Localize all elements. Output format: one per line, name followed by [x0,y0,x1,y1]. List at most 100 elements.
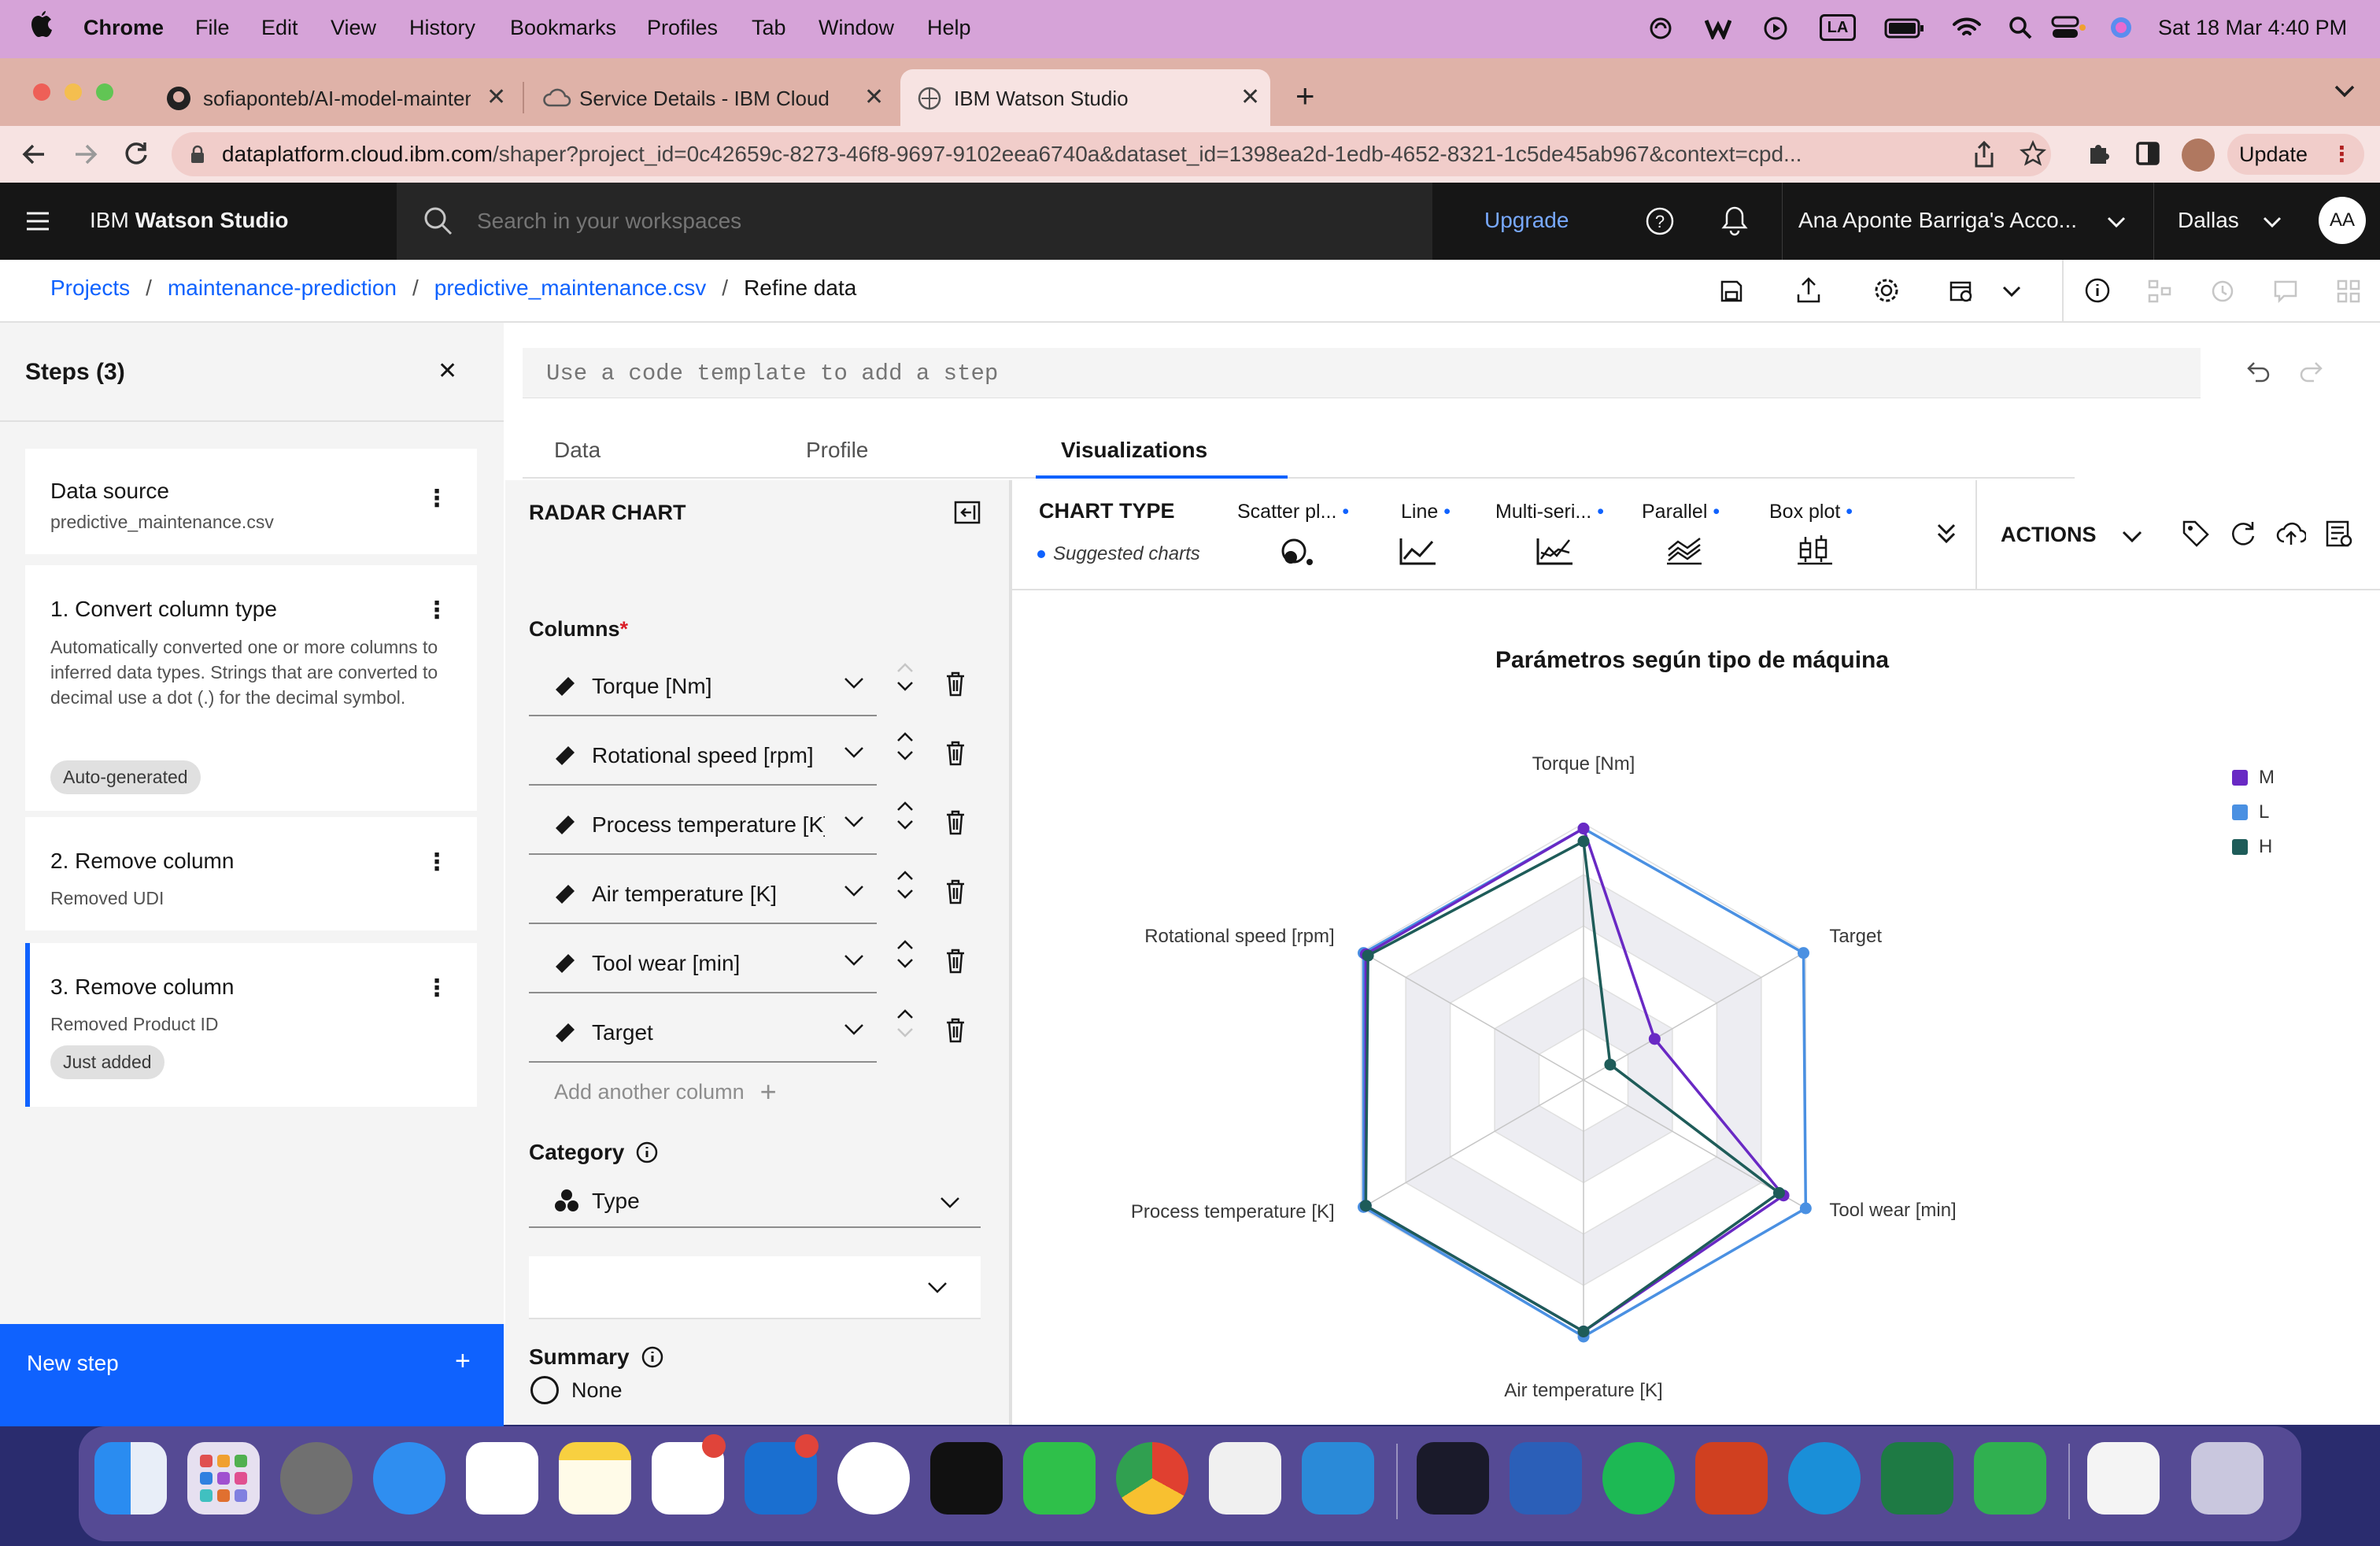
notes-app-icon[interactable] [559,1442,631,1515]
new-tab-icon[interactable]: + [1295,77,1315,115]
move-down-icon[interactable] [896,1025,915,1041]
column-row[interactable]: Process temperature [K] [529,792,877,855]
legend-item-m[interactable]: M [2232,760,2275,795]
region-switcher[interactable]: Dallas [2153,183,2303,260]
move-down-icon[interactable] [896,679,915,694]
add-column-button[interactable]: Add another column + [554,1075,777,1108]
account-switcher[interactable]: Ana Aponte Barriga's Acco... [1782,183,2153,260]
menu-bookmarks[interactable]: Bookmarks [510,16,616,40]
sync-icon[interactable] [1648,16,1673,41]
textedit-app-icon[interactable] [1209,1442,1281,1515]
numbers-app-icon[interactable] [1974,1442,2046,1515]
chart-settings-icon[interactable] [2325,520,2353,548]
move-down-icon[interactable] [896,956,915,971]
menu-window[interactable]: Window [819,16,894,40]
chart-option-line[interactable]: Line • [1398,494,1492,581]
update-button[interactable]: Update ⋮ [2227,134,2364,175]
apple-icon[interactable] [30,11,54,39]
slack-app-icon[interactable] [652,1434,726,1515]
powerpoint-app-icon[interactable] [1695,1442,1768,1515]
menu-file[interactable]: File [195,16,230,40]
chart-option-multi-series[interactable]: Multi-seri... • [1495,494,1637,581]
reload-icon[interactable] [123,140,150,167]
bookmark-star-icon[interactable] [2020,140,2046,167]
expand-chart-types-icon[interactable] [1936,523,1957,545]
column-row[interactable]: Rotational speed [rpm] [529,723,877,786]
info-icon[interactable] [2084,277,2111,304]
dataspell-app-icon[interactable] [837,1442,910,1515]
chevron-down-icon[interactable] [844,885,864,897]
collapse-panel-icon[interactable] [954,501,981,524]
job-schedule-icon[interactable] [1949,279,1974,304]
webex-icon[interactable] [1705,17,1731,39]
siri-icon[interactable] [2109,16,2133,39]
export-icon[interactable] [1796,277,1821,304]
step-data-source[interactable]: Data source predictive_maintenance.csv ⋮ [25,449,477,554]
move-up-icon[interactable] [896,937,915,952]
notification-bell-icon[interactable] [1720,205,1749,236]
browser-tab-watson-studio[interactable]: IBM Watson Studio ✕ [900,69,1270,126]
move-up-icon[interactable] [896,798,915,814]
secondary-dropdown[interactable] [529,1256,981,1319]
undo-icon[interactable] [2245,359,2271,383]
battery-icon[interactable] [1884,17,1925,39]
history-icon[interactable] [2210,279,2235,304]
side-panel-icon[interactable] [2136,142,2160,165]
move-down-icon[interactable] [896,886,915,902]
menu-app-name[interactable]: Chrome [83,16,164,40]
redo-icon[interactable] [2298,359,2325,383]
overflow-menu-icon[interactable]: ⋮ [425,485,449,512]
chart-option-parallel[interactable]: Parallel • [1642,494,1752,581]
product-name[interactable]: IBM Watson Studio [90,208,289,233]
wifi-icon[interactable] [1952,16,1982,39]
close-tab-icon[interactable]: ✕ [486,83,506,111]
launchpad-app-icon[interactable] [187,1442,260,1515]
input-source-badge[interactable]: LA [1820,14,1856,41]
vscode-app-icon[interactable] [1302,1442,1374,1515]
legend-item-h[interactable]: H [2232,830,2275,864]
browser-tab-github[interactable]: sofiaponteb/AI-model-mainten ✕ [150,69,519,126]
step-remove-column-udi[interactable]: 2. Remove column Removed UDI ⋮ [25,817,477,930]
extensions-puzzle-icon[interactable] [2086,140,2112,167]
chevron-down-icon[interactable] [844,677,864,690]
column-row[interactable]: Target [529,1000,877,1063]
whatsapp-app-icon[interactable] [1023,1442,1096,1515]
new-step-button[interactable]: New step + [0,1324,504,1426]
csv-file-icon[interactable] [2087,1442,2160,1515]
chevron-down-icon[interactable] [2002,285,2021,298]
menu-help[interactable]: Help [927,16,971,40]
chevron-down-icon[interactable] [844,816,864,828]
tag-icon[interactable] [2182,520,2210,548]
info-icon[interactable] [641,1345,664,1369]
hamburger-menu-icon[interactable] [25,211,50,231]
chevron-down-icon[interactable] [844,954,864,967]
chevron-down-icon[interactable] [2122,531,2142,543]
word-app-icon[interactable] [1510,1442,1582,1515]
excel-app-icon[interactable] [1881,1442,1953,1515]
move-up-icon[interactable] [896,660,915,675]
address-bar[interactable]: dataplatform.cloud.ibm.com/shaper?projec… [172,132,2051,176]
webex-app-icon[interactable] [1417,1442,1489,1515]
window-zoom-button[interactable] [96,83,113,101]
step-remove-column-product-id[interactable]: 3. Remove column Removed Product ID Just… [25,943,477,1107]
actions-label[interactable]: ACTIONS [2001,523,2097,547]
upgrade-link[interactable]: Upgrade [1484,208,1569,233]
move-up-icon[interactable] [896,867,915,883]
column-row[interactable]: Air temperature [K] [529,861,877,924]
apps-grid-icon[interactable] [2336,279,2361,304]
code-input[interactable] [546,356,2120,390]
spotify-app-icon[interactable] [1602,1442,1675,1515]
spotlight-search-icon[interactable] [2009,16,2032,39]
outlook-app-icon[interactable] [745,1434,819,1515]
chevron-down-icon[interactable] [844,1023,864,1036]
move-down-icon[interactable] [896,748,915,764]
edge-app-icon[interactable] [1788,1442,1861,1515]
summary-option-none[interactable]: None [530,1376,623,1404]
terminal-app-icon[interactable] [930,1442,1003,1515]
share-icon[interactable] [1972,140,1996,168]
help-icon[interactable]: ? [1645,206,1675,236]
window-close-button[interactable] [33,83,50,101]
info-icon[interactable] [635,1141,659,1164]
save-icon[interactable] [1719,279,1744,304]
user-avatar[interactable]: AA [2319,197,2366,244]
